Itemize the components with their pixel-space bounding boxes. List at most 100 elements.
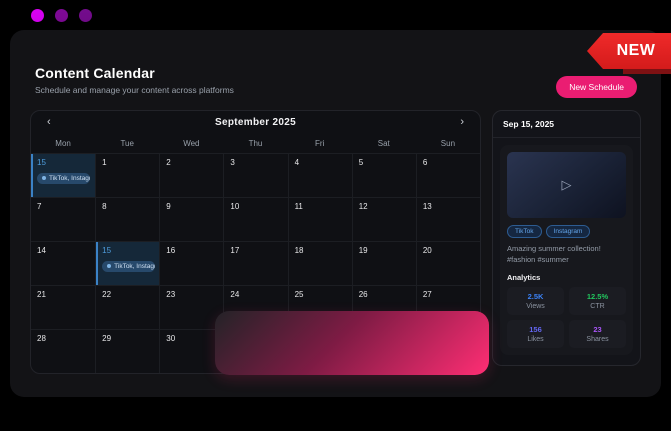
- day-number: 15: [359, 334, 414, 343]
- stat-label: Views: [509, 303, 562, 310]
- calendar-grid: 15TikTok, Instagra...1234567891011121314…: [31, 153, 480, 373]
- calendar-day-cell[interactable]: 5: [352, 153, 416, 197]
- dow-label: Sun: [416, 133, 480, 153]
- day-number: 23: [166, 290, 221, 299]
- event-chip[interactable]: TikTok, Instagra...: [37, 173, 90, 184]
- event-chip-label: TikTok, Instagra...: [49, 175, 90, 182]
- app-window: Content Calendar Schedule and manage you…: [0, 0, 671, 431]
- calendar-day-cell[interactable]: 15 TikTok, Instagra...: [416, 329, 480, 373]
- day-number: 10: [230, 202, 285, 211]
- calendar-day-cell[interactable]: 20: [416, 241, 480, 285]
- calendar-day-cell[interactable]: 17: [223, 241, 287, 285]
- calendar-day-cell[interactable]: 15TikTok, Instagra...: [95, 241, 159, 285]
- day-number: 8: [102, 202, 157, 211]
- detail-panel: Sep 15, 2025 ▷ TikTok Instagram Amazing …: [492, 110, 641, 366]
- window-dot-icon[interactable]: [55, 9, 68, 22]
- stat-label: CTR: [571, 303, 624, 310]
- badge-instagram[interactable]: Instagram: [546, 225, 591, 238]
- day-number: 16: [166, 246, 221, 255]
- event-chip[interactable]: TikTok, Instagra...: [102, 261, 154, 272]
- calendar-day-cell[interactable]: 25: [288, 285, 352, 329]
- event-chip[interactable]: TikTok, Instagra...: [423, 349, 475, 360]
- calendar-day-cell[interactable]: 10: [223, 197, 287, 241]
- platform-dot-icon: [235, 352, 239, 356]
- day-number: 3: [230, 158, 285, 167]
- calendar-day-cell[interactable]: 15TikTok, Instagra...: [288, 329, 352, 373]
- window-dot-icon[interactable]: [79, 9, 92, 22]
- video-preview[interactable]: ▷: [507, 152, 626, 218]
- dow-label: Wed: [159, 133, 223, 153]
- calendar-day-cell[interactable]: 12: [352, 197, 416, 241]
- day-number: 14: [37, 246, 93, 255]
- event-chip[interactable]: TikTok, Instagra...: [230, 349, 282, 360]
- day-number: 28: [37, 334, 93, 343]
- stat-ctr: 12.5% CTR: [569, 287, 626, 315]
- calendar-day-cell[interactable]: 28: [31, 329, 95, 373]
- event-chip[interactable]: TikTok, Instagra...: [359, 349, 411, 360]
- stat-value: 2.5K: [509, 292, 562, 301]
- day-number: 29: [102, 334, 157, 343]
- day-number: 26: [359, 290, 414, 299]
- platform-dot-icon: [300, 352, 304, 356]
- platform-badges: TikTok Instagram: [507, 225, 626, 238]
- calendar-day-cell[interactable]: 16: [159, 241, 223, 285]
- calendar-day-cell[interactable]: 26: [352, 285, 416, 329]
- page-subtitle: Schedule and manage your content across …: [35, 85, 234, 95]
- calendar-day-cell[interactable]: 23: [159, 285, 223, 329]
- platform-dot-icon: [42, 176, 46, 180]
- new-ribbon-badge: NEW: [587, 33, 671, 69]
- day-number: 25: [295, 290, 350, 299]
- day-number: 2: [166, 158, 221, 167]
- calendar-day-cell[interactable]: 7: [31, 197, 95, 241]
- calendar-day-cell[interactable]: 14: [31, 241, 95, 285]
- calendar-day-cell[interactable]: 19: [352, 241, 416, 285]
- new-schedule-button[interactable]: New Schedule: [556, 76, 637, 98]
- calendar-day-cell[interactable]: 15TikTok, Instagra...: [31, 153, 95, 197]
- calendar-day-cell[interactable]: 15 TikTok, Instagra...: [352, 329, 416, 373]
- post-caption: Amazing summer collection! #fashion #sum…: [507, 244, 626, 266]
- calendar-day-cell[interactable]: 21: [31, 285, 95, 329]
- day-number: 19: [359, 246, 414, 255]
- event-chip-label: TikTok, Instagra...: [371, 351, 411, 358]
- calendar-day-cell[interactable]: 15TikTok, Instagra...: [223, 329, 287, 373]
- calendar-day-cell[interactable]: 29: [95, 329, 159, 373]
- day-number: 20: [423, 246, 478, 255]
- day-number: 21: [37, 290, 93, 299]
- stat-value: 12.5%: [571, 292, 624, 301]
- calendar-day-cell[interactable]: 8: [95, 197, 159, 241]
- calendar-header: ‹ September 2025 ›: [31, 111, 480, 133]
- calendar-day-cell[interactable]: 2: [159, 153, 223, 197]
- event-chip[interactable]: TikTok, Instagra...: [295, 349, 347, 360]
- calendar-day-cell[interactable]: 18: [288, 241, 352, 285]
- calendar-day-cell[interactable]: 1: [95, 153, 159, 197]
- dow-label: Fri: [288, 133, 352, 153]
- calendar-day-cell[interactable]: 13: [416, 197, 480, 241]
- ribbon-fold: [623, 69, 671, 74]
- day-number: 4: [295, 158, 350, 167]
- analytics-title: Analytics: [507, 273, 626, 282]
- calendar-day-cell[interactable]: 27: [416, 285, 480, 329]
- calendar-day-cell[interactable]: 3: [223, 153, 287, 197]
- day-number: 30: [166, 334, 221, 343]
- play-icon[interactable]: ▷: [562, 177, 572, 193]
- calendar-day-cell[interactable]: 22: [95, 285, 159, 329]
- badge-tiktok[interactable]: TikTok: [507, 225, 542, 238]
- day-number: 15: [423, 334, 478, 343]
- stat-value: 23: [571, 325, 624, 334]
- day-number: 7: [37, 202, 93, 211]
- calendar-day-cell[interactable]: 24: [223, 285, 287, 329]
- calendar-day-cell[interactable]: 30: [159, 329, 223, 373]
- stat-value: 156: [509, 325, 562, 334]
- calendar-day-cell[interactable]: 9: [159, 197, 223, 241]
- calendar-day-cell[interactable]: 6: [416, 153, 480, 197]
- window-dot-icon[interactable]: [31, 9, 44, 22]
- calendar-day-cell[interactable]: 4: [288, 153, 352, 197]
- main-panel: Content Calendar Schedule and manage you…: [10, 30, 661, 397]
- day-number: 9: [166, 202, 221, 211]
- detail-date-label: Sep 15, 2025: [493, 111, 640, 138]
- dow-label: Tue: [95, 133, 159, 153]
- day-number: 24: [230, 290, 285, 299]
- event-chip-label: TikTok, Instagra...: [242, 351, 282, 358]
- calendar-day-cell[interactable]: 11: [288, 197, 352, 241]
- calendar-widget: ‹ September 2025 › Mon Tue Wed Thu Fri S…: [30, 110, 481, 374]
